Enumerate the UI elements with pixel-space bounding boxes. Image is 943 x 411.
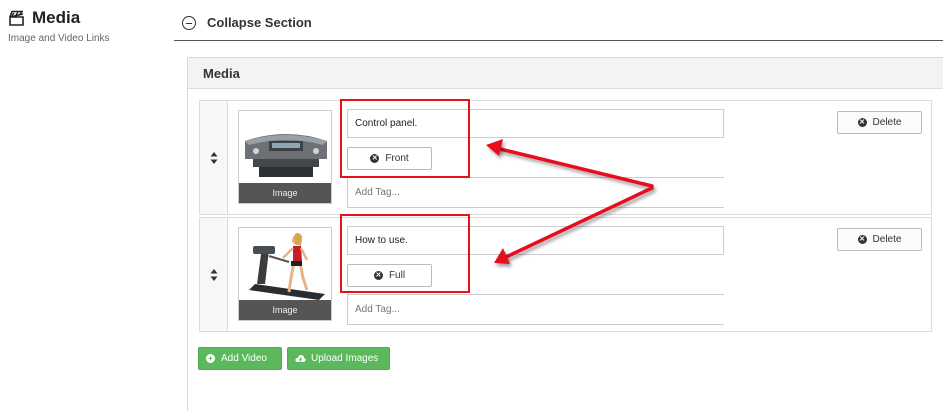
upload-images-button[interactable]: Upload Images	[287, 347, 390, 370]
add-video-button[interactable]: + Add Video	[198, 347, 282, 370]
arrow-head	[486, 139, 503, 156]
add-video-label: Add Video	[221, 353, 267, 364]
cloud-upload-icon	[295, 354, 306, 362]
arrow-line	[502, 186, 654, 260]
plus-circle-icon: +	[206, 354, 215, 363]
arrow-line	[494, 146, 654, 188]
annotation-arrows	[486, 139, 654, 264]
upload-images-label: Upload Images	[311, 353, 379, 364]
